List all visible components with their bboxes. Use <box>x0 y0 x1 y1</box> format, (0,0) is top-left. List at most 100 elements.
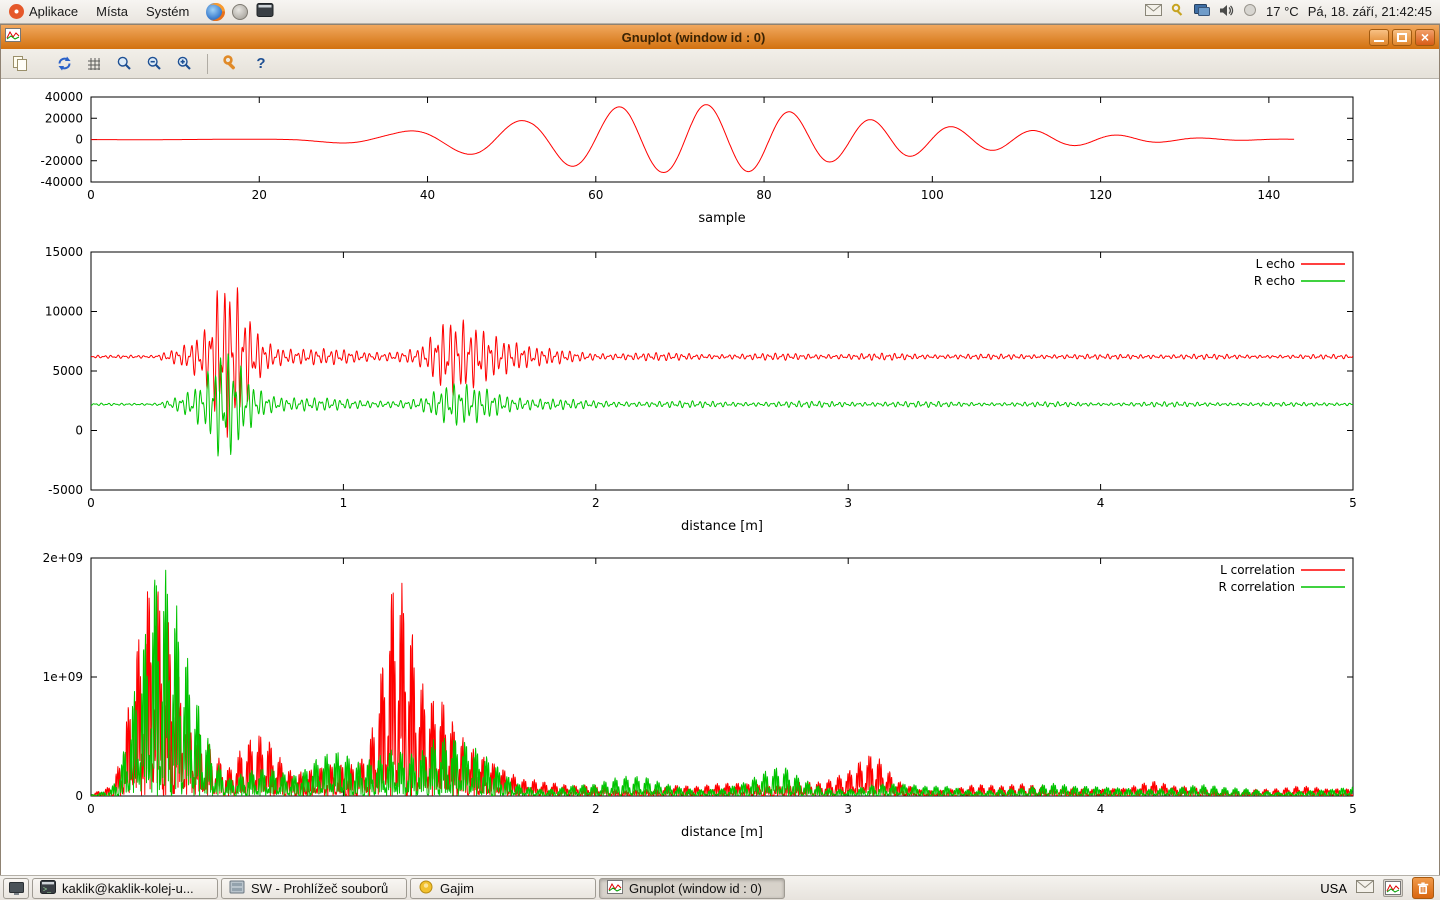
application-icon[interactable] <box>232 4 248 20</box>
svg-text:sample: sample <box>698 211 745 226</box>
svg-text:-20000: -20000 <box>40 154 83 168</box>
svg-text:R echo: R echo <box>1254 274 1295 288</box>
chart-sample-waveform[interactable]: 0 20 40 60 80 100 120 140 -40000 -20000 0 20000 4000… <box>1 85 1439 235</box>
svg-text:4: 4 <box>1097 496 1105 510</box>
svg-text:5: 5 <box>1349 496 1357 510</box>
menu-applications[interactable]: Aplikace <box>0 0 87 23</box>
help-icon[interactable]: ? <box>248 52 274 76</box>
settings-icon[interactable] <box>218 52 244 76</box>
zoom-out-icon[interactable] <box>141 52 167 76</box>
svg-text:0: 0 <box>75 424 83 438</box>
maximize-button[interactable] <box>1392 29 1412 46</box>
svg-text:-40000: -40000 <box>40 175 83 189</box>
system-tray: 17 °C Pá, 18. září, 21:42:45 <box>1145 3 1440 20</box>
top-panel: Aplikace Místa Systém 17 °C Pá, 18. září… <box>0 0 1440 24</box>
grid-icon[interactable] <box>81 52 107 76</box>
svg-text:0: 0 <box>87 188 95 202</box>
clock-applet[interactable]: Pá, 18. září, 21:42:45 <box>1308 4 1432 19</box>
svg-text:20: 20 <box>252 188 267 202</box>
svg-text:>_: >_ <box>43 886 51 893</box>
svg-text:2: 2 <box>592 496 600 510</box>
taskbar-window-label: Gnuplot (window id : 0) <box>629 881 762 896</box>
panel-launchers <box>206 2 274 21</box>
mail-tray-icon[interactable] <box>1356 880 1374 896</box>
taskbar-window-label: SW - Prohlížeč souborů <box>251 881 388 896</box>
taskbar-window-button[interactable]: SW - Prohlížeč souborů <box>221 878 407 899</box>
menu-system-label: Systém <box>146 4 189 19</box>
taskbar-window-label: kaklik@kaklik-kolej-u... <box>62 881 194 896</box>
zoom-icon[interactable] <box>111 52 137 76</box>
trash-icon[interactable] <box>1412 877 1434 899</box>
refresh-icon[interactable] <box>51 52 77 76</box>
gnuplot-tray-icon[interactable] <box>1383 879 1403 897</box>
svg-text:L echo: L echo <box>1256 257 1295 271</box>
temperature-applet[interactable]: 17 °C <box>1266 4 1299 19</box>
svg-text:100: 100 <box>921 188 944 202</box>
ubuntu-logo-icon <box>9 4 24 19</box>
svg-text:3: 3 <box>844 496 852 510</box>
svg-text:L correlation: L correlation <box>1220 563 1295 577</box>
menu-places-label: Místa <box>96 4 128 19</box>
chart-echo[interactable]: 012345-5000050001000015000distance [m]L … <box>1 235 1439 545</box>
menu-applications-label: Aplikace <box>29 4 78 19</box>
svg-text:1e+09: 1e+09 <box>43 670 83 684</box>
titlebar[interactable]: Gnuplot (window id : 0) <box>1 25 1439 49</box>
plot-area: 020406080100120140-40000-200000200004000… <box>1 79 1439 875</box>
svg-text:5000: 5000 <box>52 364 83 378</box>
svg-text:R correlation: R correlation <box>1218 580 1295 594</box>
copy-icon[interactable] <box>7 52 33 76</box>
svg-text:1: 1 <box>340 496 348 510</box>
taskbar-window-button[interactable]: Gnuplot (window id : 0) <box>599 878 785 899</box>
svg-text:0: 0 <box>87 496 95 510</box>
help-glyph: ? <box>256 55 265 72</box>
svg-text:1: 1 <box>340 802 348 816</box>
toolbar-separator <box>207 54 208 74</box>
volume-icon[interactable] <box>1219 4 1234 20</box>
keyboard-layout-indicator[interactable]: USA <box>1320 881 1347 896</box>
mail-icon[interactable] <box>1145 4 1162 19</box>
svg-text:20000: 20000 <box>45 111 83 125</box>
keyring-icon[interactable] <box>1171 3 1185 20</box>
terminal-launcher-icon[interactable] <box>256 2 274 21</box>
terminal-icon: >_ <box>40 880 56 897</box>
chart-correlation[interactable]: 0 1 2 3 4 5 0 1e+09 2e+09 distance [m] L correlati… <box>1 545 1439 845</box>
svg-text:120: 120 <box>1089 188 1112 202</box>
svg-text:-5000: -5000 <box>48 483 83 497</box>
svg-text:0: 0 <box>75 789 83 803</box>
svg-text:40000: 40000 <box>45 90 83 104</box>
taskbar-window-button[interactable]: Gajim <box>410 878 596 899</box>
svg-text:10000: 10000 <box>45 305 83 319</box>
weather-icon[interactable] <box>1243 3 1257 20</box>
menu-system[interactable]: Systém <box>137 0 198 23</box>
menu-places[interactable]: Místa <box>87 0 137 23</box>
svg-text:distance [m]: distance [m] <box>681 519 763 534</box>
svg-text:5: 5 <box>1349 802 1357 816</box>
taskbar-windows: >_ kaklik@kaklik-kolej-u... SW - Prohlížeč… <box>32 878 785 899</box>
svg-text:140: 140 <box>1257 188 1280 202</box>
display-icon[interactable] <box>1194 4 1210 20</box>
gajim-icon <box>418 880 434 897</box>
gnuplot-window: Gnuplot (window id : 0) ? <box>0 24 1440 876</box>
gnuplot-icon <box>607 880 623 897</box>
svg-text:60: 60 <box>588 188 603 202</box>
svg-text:40: 40 <box>420 188 435 202</box>
window-title: Gnuplot (window id : 0) <box>21 30 1366 45</box>
firefox-icon[interactable] <box>206 3 224 21</box>
minimize-button[interactable] <box>1369 29 1389 46</box>
zoom-in-icon[interactable] <box>171 52 197 76</box>
svg-text:0: 0 <box>87 802 95 816</box>
svg-text:4: 4 <box>1097 802 1105 816</box>
svg-text:3: 3 <box>844 802 852 816</box>
toolbar: ? <box>1 49 1439 79</box>
taskbar-window-button[interactable]: >_ kaklik@kaklik-kolej-u... <box>32 878 218 899</box>
window-icon <box>5 28 21 47</box>
close-button[interactable] <box>1415 29 1435 46</box>
svg-text:2: 2 <box>592 802 600 816</box>
show-desktop-button[interactable] <box>3 878 29 899</box>
svg-text:distance [m]: distance [m] <box>681 825 763 840</box>
svg-text:80: 80 <box>756 188 771 202</box>
svg-text:0: 0 <box>75 133 83 147</box>
svg-text:2e+09: 2e+09 <box>43 551 83 565</box>
file-manager-icon <box>229 880 245 897</box>
taskbar: >_ kaklik@kaklik-kolej-u... SW - Prohlížeč… <box>0 875 1440 900</box>
